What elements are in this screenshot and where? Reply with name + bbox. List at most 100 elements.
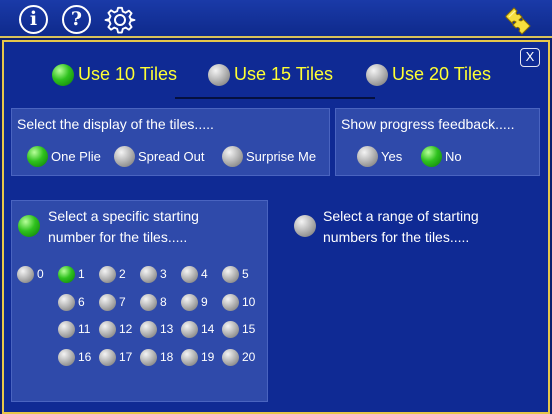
radio-unselected xyxy=(140,321,157,338)
feedback-option-no[interactable]: No xyxy=(421,146,471,168)
starting-number-option[interactable]: 10 xyxy=(222,294,262,312)
starting-number-option[interactable]: 12 xyxy=(99,321,139,339)
radio-unselected xyxy=(181,321,198,338)
starting-number-option[interactable]: 18 xyxy=(140,349,180,367)
starting-number-option[interactable]: 16 xyxy=(58,349,98,367)
radio-unselected xyxy=(357,146,378,167)
radio-unselected xyxy=(99,294,116,311)
starting-number-option[interactable]: 6 xyxy=(58,294,98,312)
number-label: 1 xyxy=(78,267,85,281)
starting-number-option[interactable]: 14 xyxy=(181,321,221,339)
radio-unselected xyxy=(114,146,135,167)
number-label: 8 xyxy=(160,295,167,309)
number-label: 9 xyxy=(201,295,208,309)
feedback-option-yes[interactable]: Yes xyxy=(357,146,407,168)
radio-selected xyxy=(58,266,75,283)
radio-unselected xyxy=(366,64,388,86)
starting-number-option[interactable]: 13 xyxy=(140,321,180,339)
radio-unselected xyxy=(140,349,157,366)
radio-unselected xyxy=(222,321,239,338)
starting-number-option[interactable]: 9 xyxy=(181,294,221,312)
radio-unselected xyxy=(294,215,316,237)
option-label: One Plie xyxy=(51,149,101,164)
puzzle-piece-icon[interactable] xyxy=(500,4,534,36)
radio-unselected xyxy=(222,146,243,167)
radio-unselected xyxy=(99,266,116,283)
number-label: 10 xyxy=(242,295,256,309)
range-start-label-line1: Select a range of starting xyxy=(323,208,479,224)
starting-number-option[interactable]: 4 xyxy=(181,266,221,284)
gear-icon[interactable] xyxy=(104,4,136,36)
use-15-tiles-option[interactable]: Use 15 Tiles xyxy=(208,62,348,88)
specific-start-label-line1: Select a specific starting xyxy=(48,208,199,224)
help-button[interactable]: ? xyxy=(62,5,91,34)
starting-number-option[interactable]: 1 xyxy=(58,266,98,284)
number-label: 6 xyxy=(78,295,85,309)
number-label: 5 xyxy=(242,267,249,281)
number-label: 19 xyxy=(201,350,215,364)
number-label: 16 xyxy=(78,350,92,364)
radio-unselected xyxy=(181,294,198,311)
number-label: 18 xyxy=(160,350,174,364)
option-label: Surprise Me xyxy=(246,149,317,164)
use-10-tiles-option[interactable]: Use 10 Tiles xyxy=(52,62,192,88)
radio-selected xyxy=(18,215,40,237)
radio-unselected xyxy=(181,266,198,283)
starting-number-option[interactable]: 8 xyxy=(140,294,180,312)
number-label: 4 xyxy=(201,267,208,281)
radio-unselected xyxy=(140,294,157,311)
divider xyxy=(175,97,375,99)
radio-unselected xyxy=(222,349,239,366)
starting-number-option[interactable]: 20 xyxy=(222,349,262,367)
radio-unselected xyxy=(58,294,75,311)
option-label: Yes xyxy=(381,149,403,164)
radio-unselected xyxy=(222,266,239,283)
display-option-one-plie[interactable]: One Plie xyxy=(27,146,107,168)
option-label: No xyxy=(445,149,462,164)
radio-selected xyxy=(421,146,442,167)
display-option-surprise-me[interactable]: Surprise Me xyxy=(222,146,322,168)
starting-number-option[interactable]: 15 xyxy=(222,321,262,339)
display-section-title: Select the display of the tiles..... xyxy=(17,116,214,132)
use-20-tiles-option[interactable]: Use 20 Tiles xyxy=(366,62,506,88)
number-label: 15 xyxy=(242,322,256,336)
radio-unselected xyxy=(140,266,157,283)
number-label: 7 xyxy=(119,295,126,309)
starting-number-option[interactable]: 5 xyxy=(222,266,262,284)
radio-unselected xyxy=(99,349,116,366)
number-label: 11 xyxy=(78,322,91,336)
number-label: 17 xyxy=(119,350,133,364)
starting-number-option[interactable]: 11 xyxy=(58,321,98,339)
starting-number-option[interactable]: 3 xyxy=(140,266,180,284)
number-label: 2 xyxy=(119,267,126,281)
display-option-spread-out[interactable]: Spread Out xyxy=(114,146,214,168)
number-label: 13 xyxy=(160,322,174,336)
starting-number-option[interactable]: 0 xyxy=(17,266,57,284)
feedback-section-title: Show progress feedback..... xyxy=(341,116,515,132)
range-start-option[interactable]: Select a range of starting numbers for t… xyxy=(294,206,514,250)
radio-unselected xyxy=(181,349,198,366)
starting-number-option[interactable]: 19 xyxy=(181,349,221,367)
range-start-label-line2: numbers for the tiles..... xyxy=(323,229,470,245)
option-label: Use 10 Tiles xyxy=(78,64,178,84)
starting-number-option[interactable]: 7 xyxy=(99,294,139,312)
top-toolbar: i ? xyxy=(0,0,552,38)
number-label: 0 xyxy=(37,267,44,281)
radio-unselected xyxy=(58,321,75,338)
number-label: 12 xyxy=(119,322,133,336)
number-label: 14 xyxy=(201,322,215,336)
radio-selected xyxy=(52,64,74,86)
radio-selected xyxy=(27,146,48,167)
specific-start-option[interactable]: Select a specific starting number for th… xyxy=(18,206,248,250)
number-label: 3 xyxy=(160,267,167,281)
radio-unselected xyxy=(208,64,230,86)
info-button[interactable]: i xyxy=(19,5,48,34)
option-label: Use 15 Tiles xyxy=(234,64,334,84)
close-button[interactable]: X xyxy=(520,48,540,67)
starting-number-option[interactable]: 17 xyxy=(99,349,139,367)
option-label: Use 20 Tiles xyxy=(392,64,492,84)
starting-number-option[interactable]: 2 xyxy=(99,266,139,284)
radio-unselected xyxy=(58,349,75,366)
radio-unselected xyxy=(222,294,239,311)
specific-start-label-line2: number for the tiles..... xyxy=(48,229,188,245)
